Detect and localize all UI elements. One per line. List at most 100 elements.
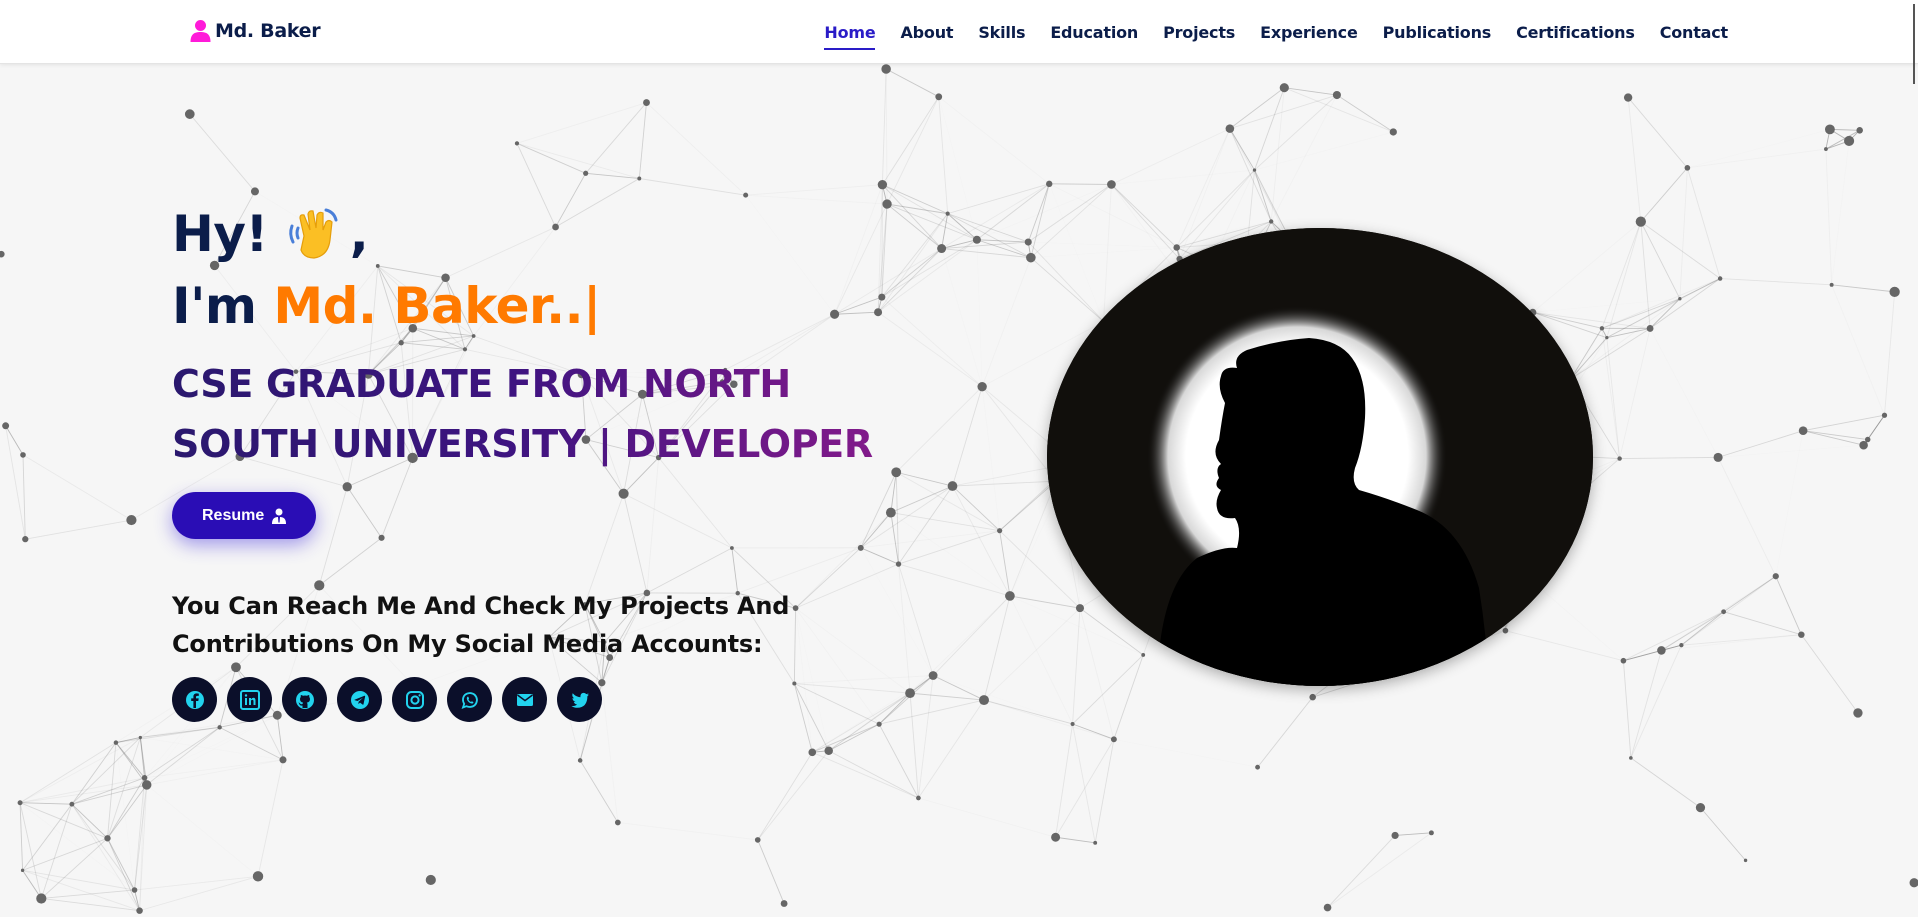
network-link (1570, 298, 1681, 380)
network-link (1717, 457, 1777, 577)
network-link (71, 737, 141, 805)
network-link (1803, 285, 1832, 431)
network-link (1072, 654, 1144, 725)
network-node (20, 452, 26, 458)
network-node (637, 176, 642, 181)
nav-certifications[interactable]: Certifications (1516, 17, 1635, 48)
network-node (1046, 180, 1053, 188)
instagram-icon (405, 690, 424, 709)
network-link (646, 102, 746, 196)
network-node (1617, 456, 1622, 461)
network-link (144, 759, 284, 779)
network-node (780, 900, 788, 907)
waving-hand-icon (286, 206, 344, 262)
network-node (1635, 216, 1646, 227)
network-link (882, 96, 940, 185)
network-node (113, 740, 119, 745)
network-link (881, 69, 887, 185)
network-node (1623, 93, 1633, 102)
network-link (1775, 576, 1802, 635)
telegram-link[interactable] (337, 677, 382, 722)
network-link (139, 875, 259, 912)
network-link (1049, 183, 1112, 185)
network-node (1909, 878, 1918, 888)
network-node (20, 868, 25, 873)
network-link (516, 142, 586, 174)
network-node (1051, 832, 1061, 842)
network-link (1113, 654, 1144, 740)
network-link (1030, 257, 1104, 322)
network-link (983, 699, 1115, 740)
network-link (22, 869, 140, 912)
nav-skills[interactable]: Skills (978, 17, 1025, 48)
network-node (1107, 180, 1116, 189)
network-node (0, 250, 5, 258)
network-node (138, 735, 142, 740)
network-node (2, 422, 10, 430)
network-node (252, 871, 264, 882)
resume-label: Resume (202, 506, 265, 524)
network-node (1225, 124, 1235, 133)
instagram-link[interactable] (392, 677, 437, 722)
network-link (1681, 575, 1777, 646)
nav-publications[interactable]: Publications (1383, 17, 1492, 48)
network-link (1257, 696, 1314, 768)
nav-projects[interactable]: Projects (1163, 17, 1235, 48)
twitter-link[interactable] (557, 677, 602, 722)
network-link (983, 595, 1011, 701)
network-link (1055, 836, 1096, 844)
network-link (1640, 167, 1688, 222)
network-node (824, 746, 833, 755)
network-node (1599, 326, 1605, 331)
network-link (1630, 650, 1662, 759)
network-link (1686, 167, 1721, 279)
hero-section: Hy! , I'm Md. Baker..| CSE GRADUATE FROM… (172, 198, 972, 722)
network-node (972, 235, 981, 244)
role-title: CSE GRADUATE FROM NORTH SOUTH UNIVERSITY… (172, 354, 932, 474)
network-link (1640, 221, 1721, 279)
network-link (878, 723, 919, 799)
network-link (638, 102, 647, 179)
network-node (1024, 238, 1032, 246)
linkedin-icon (239, 689, 260, 710)
whatsapp-link[interactable] (447, 677, 492, 722)
nav-about[interactable]: About (900, 17, 953, 48)
network-node (1844, 135, 1855, 147)
network-link (981, 257, 1032, 387)
nav-home[interactable]: Home (824, 17, 876, 50)
github-link[interactable] (282, 677, 327, 722)
network-node (1620, 657, 1627, 664)
facebook-link[interactable] (172, 677, 217, 722)
network-node (877, 180, 888, 190)
network-link (1027, 241, 1104, 322)
network-link (1649, 298, 1681, 329)
network-link (1072, 723, 1115, 740)
network-node (577, 758, 583, 763)
network-link (1825, 149, 1833, 285)
network-node (141, 775, 148, 781)
email-link[interactable] (502, 677, 547, 722)
page-scrollbar[interactable] (1906, 0, 1918, 90)
network-link (1111, 128, 1231, 185)
nav-experience[interactable]: Experience (1260, 17, 1358, 48)
network-node (1605, 335, 1609, 340)
resume-button[interactable]: Resume (172, 492, 317, 539)
network-link (107, 838, 140, 911)
network-node (1684, 165, 1691, 171)
nav-education[interactable]: Education (1050, 17, 1138, 48)
network-link (1803, 414, 1885, 432)
network-link (19, 802, 42, 899)
nav-contact[interactable]: Contact (1660, 17, 1729, 48)
linkedin-link[interactable] (227, 677, 272, 722)
network-link (1867, 414, 1885, 440)
network-node (935, 93, 943, 101)
network-node (979, 695, 989, 706)
email-icon (516, 693, 533, 706)
site-logo[interactable]: Md. Baker (190, 19, 321, 43)
network-node (1428, 830, 1434, 836)
facebook-icon (185, 690, 204, 709)
main-nav: Home About Skills Education Projects Exp… (824, 0, 1728, 64)
network-link (257, 759, 284, 877)
network-link (1831, 284, 1895, 293)
scrollbar-thumb[interactable] (1913, 4, 1915, 84)
